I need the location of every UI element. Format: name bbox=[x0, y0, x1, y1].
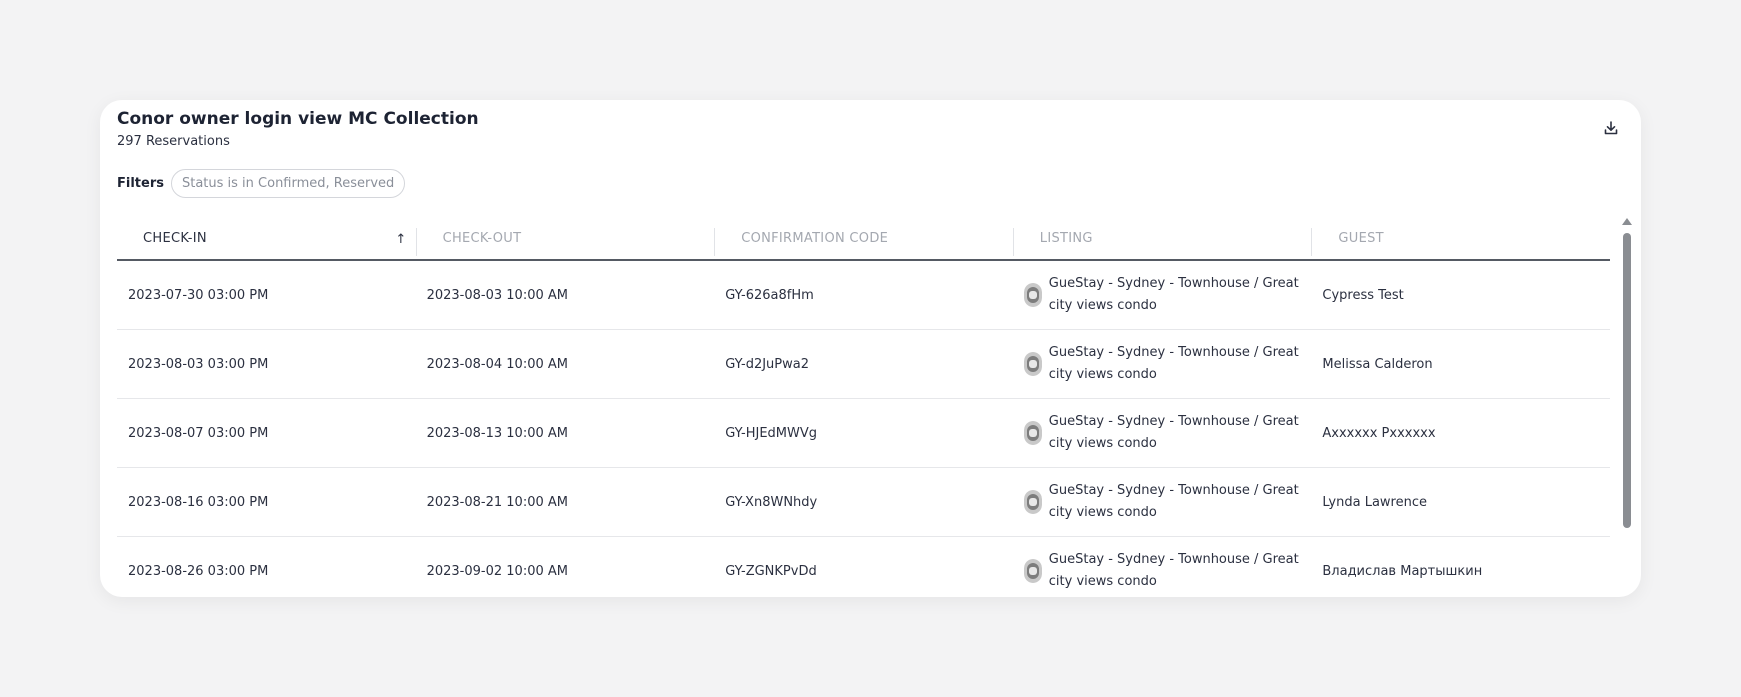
listing-cell: GueStay - Sydney - Townhouse / Great cit… bbox=[1013, 273, 1312, 317]
download-icon bbox=[1604, 121, 1618, 135]
column-header-guest[interactable]: GUEST bbox=[1311, 218, 1610, 259]
table-row[interactable]: 2023-08-16 03:00 PM 2023-08-21 10:00 AM … bbox=[117, 468, 1610, 537]
check-out-cell: 2023-08-13 10:00 AM bbox=[426, 425, 568, 441]
listing-thumbnail-icon bbox=[1023, 283, 1042, 307]
guest-cell: Melissa Calderon bbox=[1322, 356, 1433, 372]
column-header-check-out[interactable]: CHECK-OUT bbox=[415, 218, 715, 259]
table-row[interactable]: 2023-08-26 03:00 PM 2023-09-02 10:00 AM … bbox=[117, 537, 1610, 597]
check-in-cell: 2023-07-30 03:00 PM bbox=[128, 287, 269, 303]
guest-cell: Axxxxxx Pxxxxxx bbox=[1322, 425, 1436, 441]
listing-thumbnail-icon bbox=[1023, 559, 1042, 583]
column-label: CONFIRMATION CODE bbox=[741, 231, 889, 246]
reservations-table: CHECK-IN ↑ CHECK-OUT CONFIRMATION CODE L… bbox=[117, 218, 1610, 597]
listing-name: GueStay - Sydney - Townhouse / Great cit… bbox=[1048, 345, 1299, 382]
table-header: CHECK-IN ↑ CHECK-OUT CONFIRMATION CODE L… bbox=[117, 218, 1610, 261]
listing-name: GueStay - Sydney - Townhouse / Great cit… bbox=[1048, 414, 1299, 451]
column-label: CHECK-IN bbox=[143, 231, 207, 246]
scrollbar-thumb[interactable] bbox=[1623, 233, 1631, 528]
confirmation-code-cell: GY-HJEdMWVg bbox=[725, 425, 817, 441]
page-title: Conor owner login view MC Collection bbox=[117, 109, 479, 129]
column-divider[interactable] bbox=[1012, 228, 1014, 256]
listing-name: GueStay - Sydney - Townhouse / Great cit… bbox=[1048, 483, 1299, 520]
confirmation-code-cell: GY-626a8fHm bbox=[725, 287, 814, 303]
guest-cell: Владислав Мартышкин bbox=[1322, 563, 1483, 579]
column-divider[interactable] bbox=[415, 228, 417, 256]
table-row[interactable]: 2023-07-30 03:00 PM 2023-08-03 10:00 AM … bbox=[117, 261, 1610, 330]
table-row[interactable]: 2023-08-03 03:00 PM 2023-08-04 10:00 AM … bbox=[117, 330, 1610, 399]
column-label: GUEST bbox=[1338, 231, 1384, 246]
sort-ascending-icon: ↑ bbox=[395, 232, 407, 247]
listing-thumbnail-icon bbox=[1023, 352, 1042, 376]
filters-bar: Filters Status is in Confirmed, Reserved bbox=[117, 169, 406, 198]
scroll-up-arrow-icon[interactable] bbox=[1622, 218, 1632, 225]
listing-thumbnail-icon bbox=[1023, 490, 1042, 514]
column-header-check-in[interactable]: CHECK-IN ↑ bbox=[117, 218, 416, 259]
check-out-cell: 2023-08-03 10:00 AM bbox=[426, 287, 568, 303]
listing-name: GueStay - Sydney - Townhouse / Great cit… bbox=[1048, 276, 1299, 313]
column-header-confirmation-code[interactable]: CONFIRMATION CODE bbox=[714, 218, 1013, 259]
listing-cell: GueStay - Sydney - Townhouse / Great cit… bbox=[1013, 549, 1312, 593]
guest-cell: Cypress Test bbox=[1322, 287, 1404, 303]
check-out-cell: 2023-08-04 10:00 AM bbox=[426, 356, 568, 372]
check-in-cell: 2023-08-16 03:00 PM bbox=[128, 494, 269, 510]
check-out-cell: 2023-08-21 10:00 AM bbox=[426, 494, 568, 510]
column-label: LISTING bbox=[1039, 231, 1093, 246]
column-divider[interactable] bbox=[1311, 228, 1313, 256]
listing-cell: GueStay - Sydney - Townhouse / Great cit… bbox=[1013, 480, 1312, 524]
confirmation-code-cell: GY-ZGNKPvDd bbox=[725, 563, 817, 579]
confirmation-code-cell: GY-Xn8WNhdy bbox=[725, 494, 818, 510]
column-label: CHECK-OUT bbox=[442, 231, 522, 246]
table-row[interactable]: 2023-08-07 03:00 PM 2023-08-13 10:00 AM … bbox=[117, 399, 1610, 468]
listing-thumbnail-icon bbox=[1023, 421, 1042, 445]
guest-cell: Lynda Lawrence bbox=[1322, 494, 1427, 510]
column-divider[interactable] bbox=[714, 228, 716, 256]
check-in-cell: 2023-08-26 03:00 PM bbox=[128, 563, 269, 579]
status-filter-chip[interactable]: Status is in Confirmed, Reserved bbox=[170, 169, 406, 198]
listing-cell: GueStay - Sydney - Townhouse / Great cit… bbox=[1013, 411, 1312, 455]
filters-label: Filters bbox=[117, 176, 164, 191]
download-button[interactable] bbox=[1601, 118, 1621, 138]
reservation-count: 297 Reservations bbox=[117, 134, 230, 149]
check-out-cell: 2023-09-02 10:00 AM bbox=[426, 563, 568, 579]
check-in-cell: 2023-08-03 03:00 PM bbox=[128, 356, 269, 372]
listing-name: GueStay - Sydney - Townhouse / Great cit… bbox=[1048, 552, 1299, 589]
listing-cell: GueStay - Sydney - Townhouse / Great cit… bbox=[1013, 342, 1312, 386]
reservations-card: Conor owner login view MC Collection 297… bbox=[100, 100, 1641, 597]
vertical-scrollbar[interactable] bbox=[1622, 218, 1632, 597]
check-in-cell: 2023-08-07 03:00 PM bbox=[128, 425, 269, 441]
confirmation-code-cell: GY-d2JuPwa2 bbox=[725, 356, 810, 372]
column-header-listing[interactable]: LISTING bbox=[1012, 218, 1312, 259]
